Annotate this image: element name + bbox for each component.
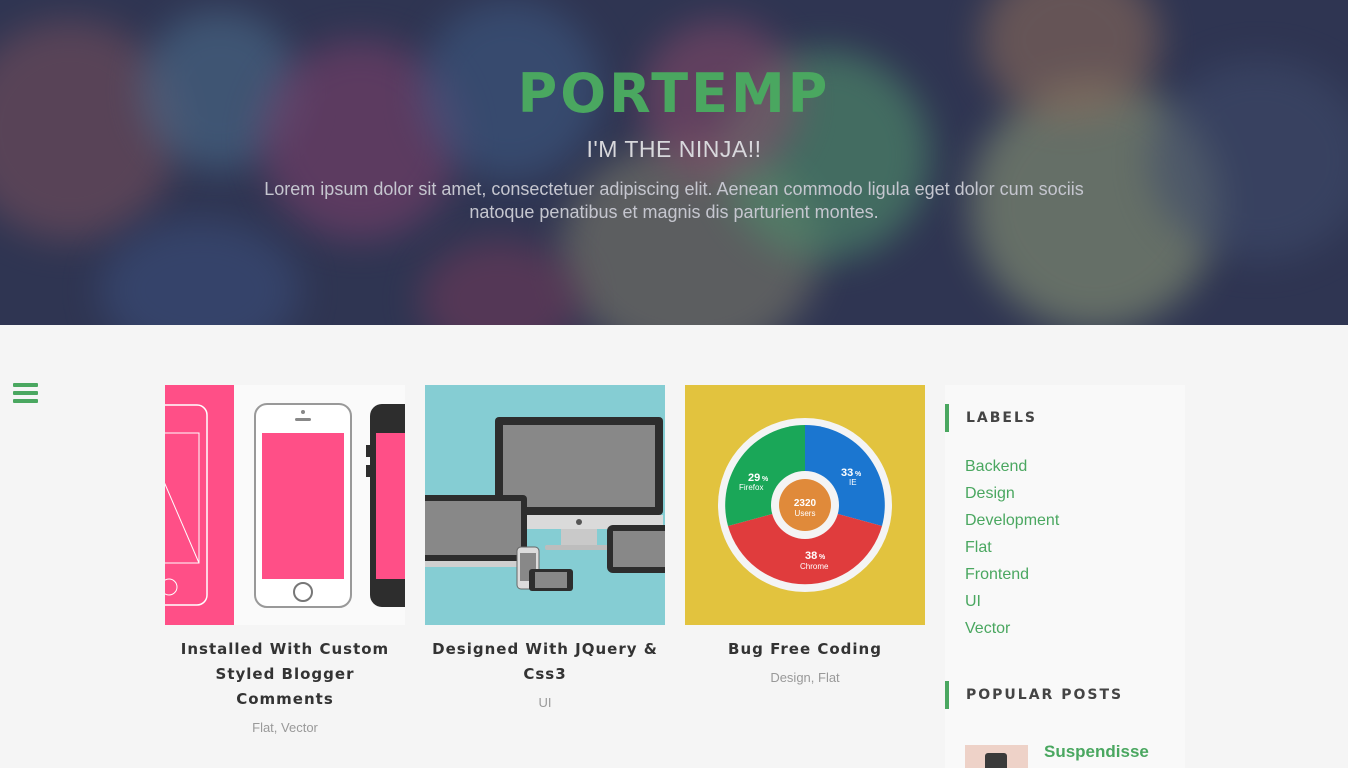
post-labels[interactable]: Flat, Vector	[165, 720, 405, 735]
label-link-vector[interactable]: Vector	[965, 615, 1059, 642]
post-title[interactable]: Installed With Custom Styled Blogger Com…	[165, 637, 405, 712]
sidebar: LABELS Backend Design Development Flat F…	[945, 385, 1185, 768]
popular-posts-widget-title: POPULAR POSTS	[945, 681, 1123, 709]
popular-post-thumbnail[interactable]	[965, 745, 1028, 768]
bokeh-light	[420, 240, 580, 325]
phone-mockup-illustration	[165, 385, 405, 625]
label-link-frontend[interactable]: Frontend	[965, 561, 1059, 588]
site-description: Lorem ipsum dolor sit amet, consectetuer…	[264, 179, 1084, 222]
post-labels[interactable]: Design, Flat	[685, 670, 925, 685]
post-title[interactable]: Designed With JQuery & Css3	[425, 637, 665, 687]
site-tagline: I'M THE NINJA!!	[586, 136, 762, 162]
post-card: Designed With JQuery & Css3 UI	[425, 385, 665, 710]
bokeh-light	[100, 220, 300, 325]
pie-slice-unit: %	[762, 476, 769, 483]
label-link-flat[interactable]: Flat	[965, 534, 1059, 561]
labels-widget-title: LABELS	[945, 404, 1037, 432]
pie-slice-label: IE	[849, 478, 857, 487]
post-card: 2320 Users 29 % Firefox 33 % IE 38 % Chr…	[685, 385, 925, 685]
post-labels[interactable]: UI	[425, 695, 665, 710]
labels-list: Backend Design Development Flat Frontend…	[965, 453, 1059, 642]
pie-slice-label: Firefox	[739, 483, 763, 492]
site-title[interactable]: PORTEMP	[0, 62, 1348, 125]
pie-chart-illustration: 2320 Users 29 % Firefox 33 % IE 38 % Chr…	[685, 385, 925, 625]
pie-slice-unit: %	[819, 554, 826, 561]
post-thumbnail[interactable]: 2320 Users 29 % Firefox 33 % IE 38 % Chr…	[685, 385, 925, 625]
hamburger-menu-icon[interactable]	[13, 383, 39, 405]
pie-center-value: 2320	[794, 498, 817, 509]
devices-illustration	[425, 385, 665, 625]
label-link-development[interactable]: Development	[965, 507, 1059, 534]
label-link-backend[interactable]: Backend	[965, 453, 1059, 480]
pie-center-label: Users	[795, 509, 816, 518]
post-title[interactable]: Bug Free Coding	[685, 637, 925, 662]
post-thumbnail[interactable]	[165, 385, 405, 625]
hero-banner: PORTEMP I'M THE NINJA!! Lorem ipsum dolo…	[0, 0, 1348, 325]
post-card: Installed With Custom Styled Blogger Com…	[165, 385, 405, 735]
post-thumbnail[interactable]	[425, 385, 665, 625]
pie-slice-unit: %	[855, 471, 862, 478]
popular-post-title[interactable]: Suspendisse	[1044, 742, 1149, 762]
pie-slice-label: Chrome	[800, 562, 829, 571]
pie-slice-value: 38	[805, 550, 817, 562]
label-link-ui[interactable]: UI	[965, 588, 1059, 615]
label-link-design[interactable]: Design	[965, 480, 1059, 507]
